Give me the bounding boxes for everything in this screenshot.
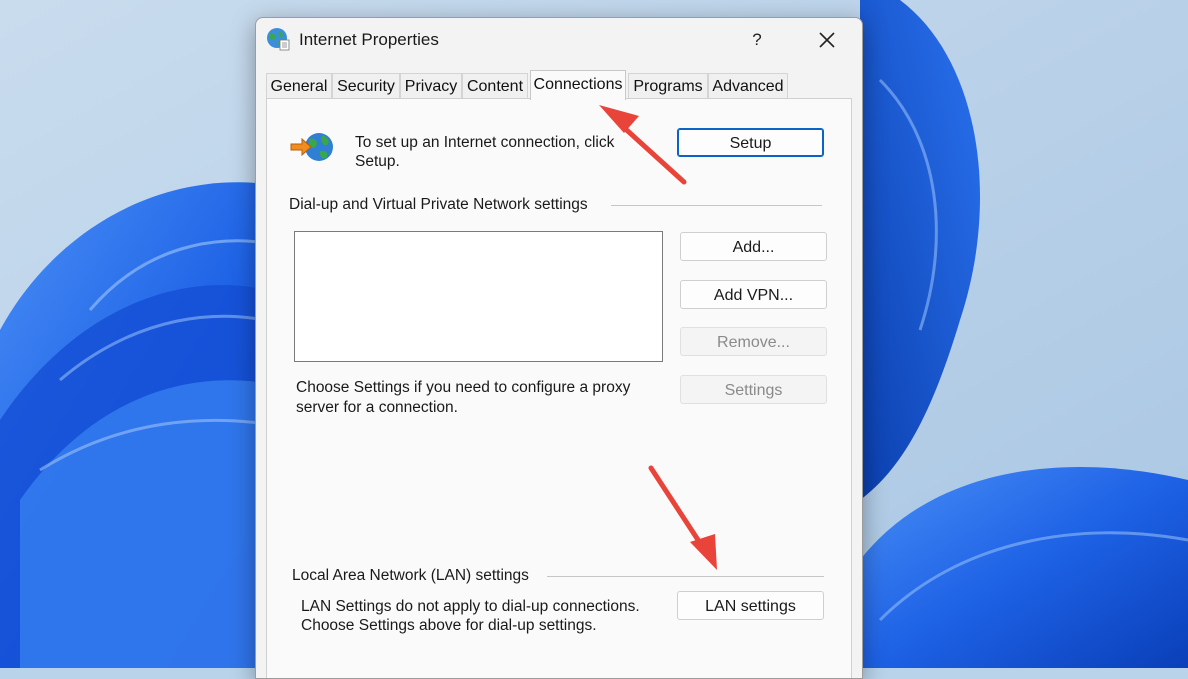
setup-button[interactable]: Setup xyxy=(677,128,824,157)
setup-description: To set up an Internet connection, click xyxy=(355,134,615,151)
tab-content[interactable]: Content xyxy=(462,73,528,99)
proxy-description: Choose Settings if you need to configure… xyxy=(296,379,631,396)
close-icon xyxy=(819,32,835,48)
connections-panel: To set up an Internet connection, click … xyxy=(266,98,852,678)
title-bar[interactable]: Internet Properties ? xyxy=(256,18,862,62)
close-button[interactable] xyxy=(812,26,842,54)
remove-button[interactable]: Remove... xyxy=(680,327,827,356)
tab-connections[interactable]: Connections xyxy=(530,70,626,100)
tab-advanced[interactable]: Advanced xyxy=(708,73,788,99)
internet-properties-dialog: Internet Properties ? General Security P… xyxy=(255,17,863,679)
lan-section-divider xyxy=(547,576,824,577)
globe-icon xyxy=(267,28,290,51)
settings-button[interactable]: Settings xyxy=(680,375,827,404)
lan-settings-button[interactable]: LAN settings xyxy=(677,591,824,620)
proxy-description-cont: server for a connection. xyxy=(296,399,458,416)
tab-general[interactable]: General xyxy=(266,73,332,99)
lan-section-title: Local Area Network (LAN) settings xyxy=(292,567,529,584)
setup-description-cont: Setup. xyxy=(355,153,400,170)
tab-programs[interactable]: Programs xyxy=(628,73,708,99)
help-button[interactable]: ? xyxy=(742,27,772,53)
connection-wizard-icon xyxy=(290,133,333,161)
connection-list[interactable] xyxy=(294,231,663,362)
lan-description-cont: Choose Settings above for dial-up settin… xyxy=(301,617,597,634)
add-vpn-button[interactable]: Add VPN... xyxy=(680,280,827,309)
add-button[interactable]: Add... xyxy=(680,232,827,261)
vpn-section-divider xyxy=(611,205,822,206)
lan-description: LAN Settings do not apply to dial-up con… xyxy=(301,598,640,615)
tab-privacy[interactable]: Privacy xyxy=(400,73,462,99)
vpn-section-title: Dial-up and Virtual Private Network sett… xyxy=(289,196,588,213)
window-title: Internet Properties xyxy=(299,30,439,49)
tab-security[interactable]: Security xyxy=(332,73,400,99)
